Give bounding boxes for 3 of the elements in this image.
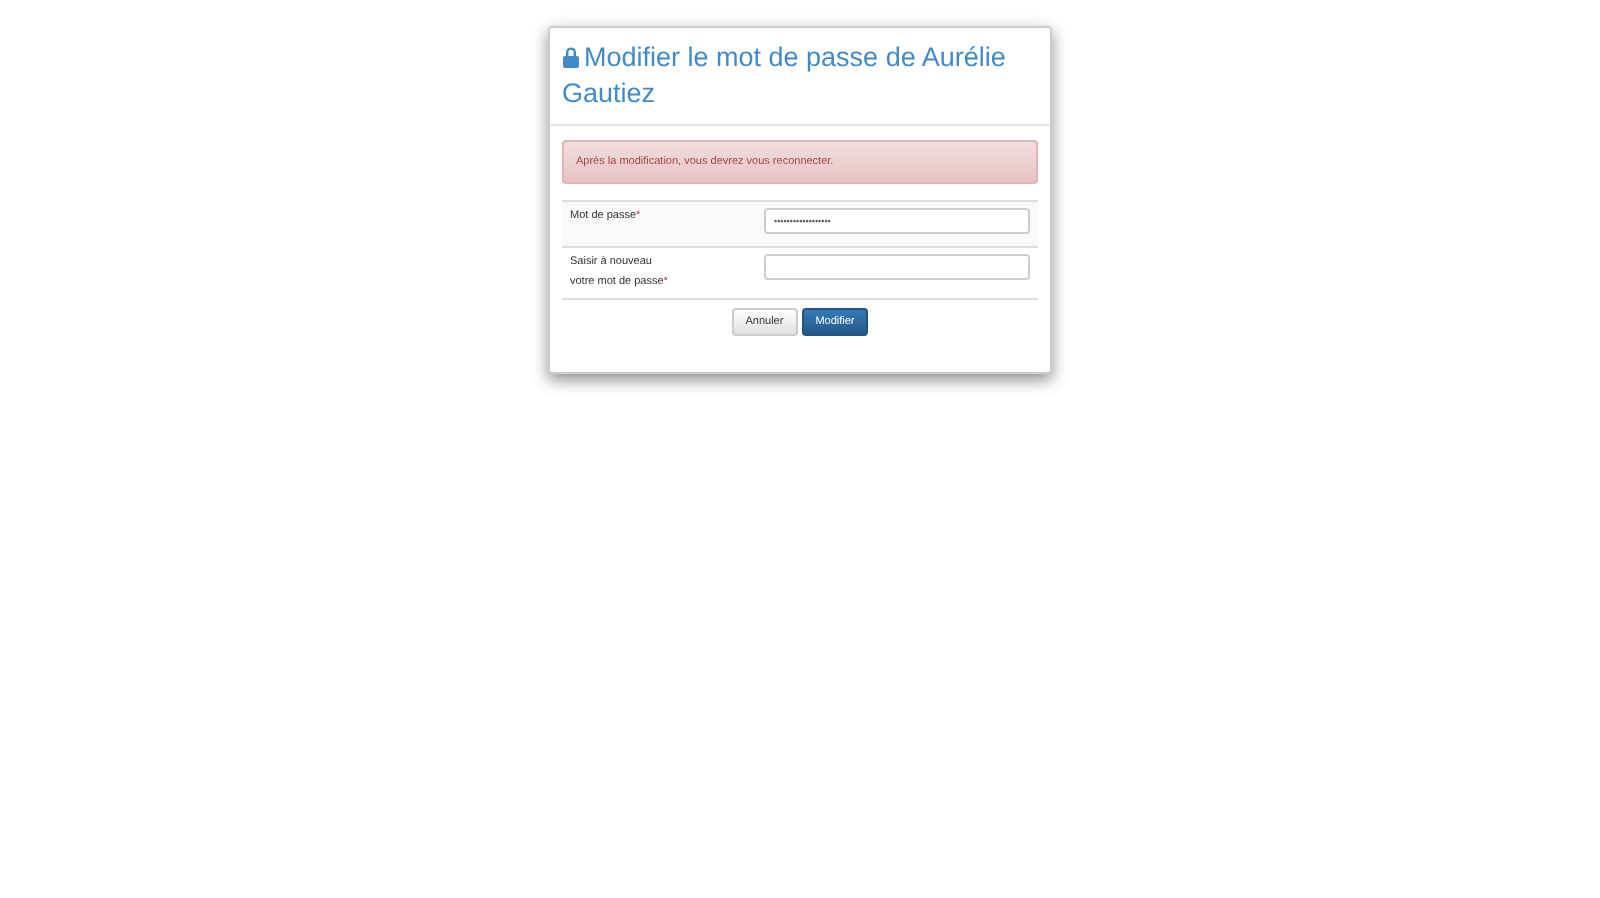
password-field[interactable] xyxy=(764,254,1030,280)
lock-icon xyxy=(562,46,580,68)
dialog-title: Modifier le mot de passe de Aurélie Gautiez xyxy=(562,40,1008,112)
